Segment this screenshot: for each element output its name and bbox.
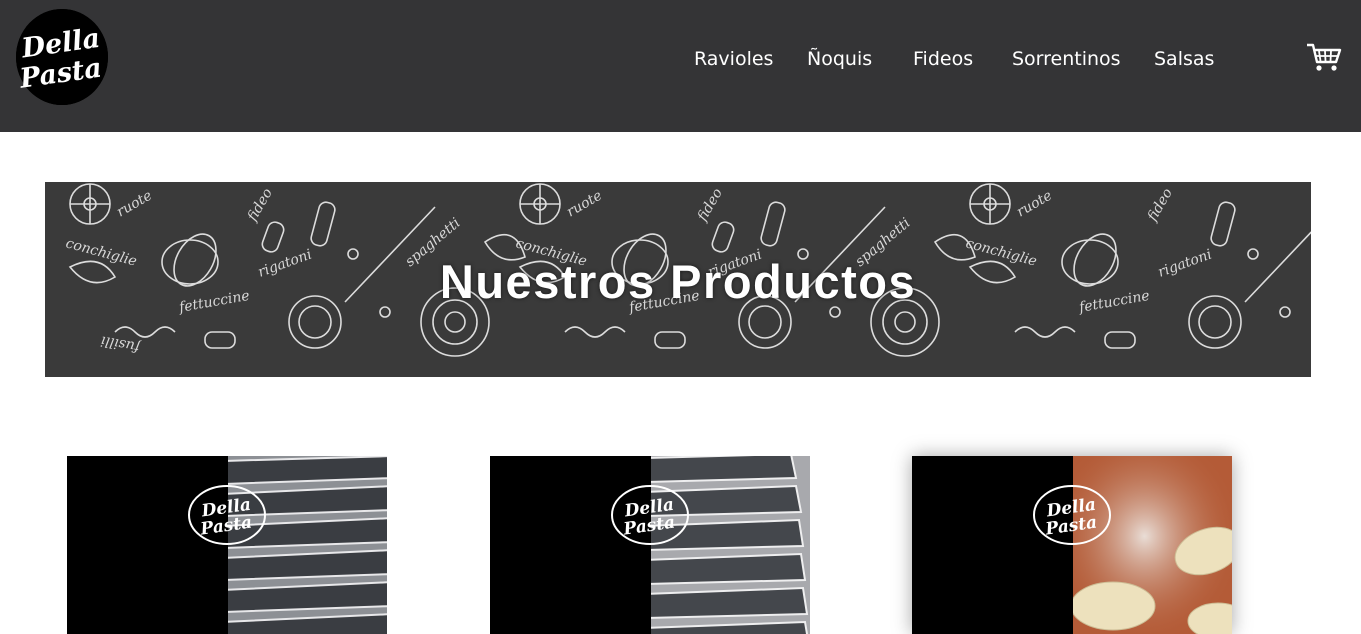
della-pasta-logo: Della Pasta: [610, 484, 690, 546]
pattern-word: fusilli: [100, 332, 142, 355]
shopping-cart-icon[interactable]: [1306, 42, 1342, 72]
pattern-word: ruote: [1014, 188, 1055, 221]
nav-item-fideos[interactable]: Fideos: [913, 48, 973, 70]
nav-item-ravioles[interactable]: Ravioles: [694, 48, 773, 70]
nav-item-sorrentinos[interactable]: Sorrentinos: [1012, 48, 1121, 70]
nav-item-salsas[interactable]: Salsas: [1154, 48, 1214, 70]
della-pasta-logo: Della Pasta: [187, 484, 267, 546]
top-navbar: Della Pasta Ravioles Ñoquis Fideos Sorre…: [0, 0, 1361, 132]
pattern-word: ruote: [114, 188, 155, 221]
della-pasta-logo[interactable]: Della Pasta: [16, 9, 108, 105]
page-title: Nuestros Productos: [439, 255, 917, 308]
product-card[interactable]: Della Pasta: [490, 456, 810, 634]
products-banner: ruote fideo conchiglie spaghetti rigaton…: [45, 182, 1311, 377]
pattern-word: fideo: [694, 186, 726, 225]
product-card[interactable]: Della Pasta: [912, 456, 1232, 634]
nav-item-noquis[interactable]: Ñoquis: [807, 48, 872, 70]
pattern-word: ruote: [564, 188, 605, 221]
pattern-word: fideo: [244, 186, 276, 225]
pattern-word: fideo: [1144, 186, 1176, 225]
product-card[interactable]: Della Pasta: [67, 456, 387, 634]
della-pasta-logo: Della Pasta: [1032, 484, 1112, 546]
logo-art: Della Pasta: [16, 9, 108, 105]
